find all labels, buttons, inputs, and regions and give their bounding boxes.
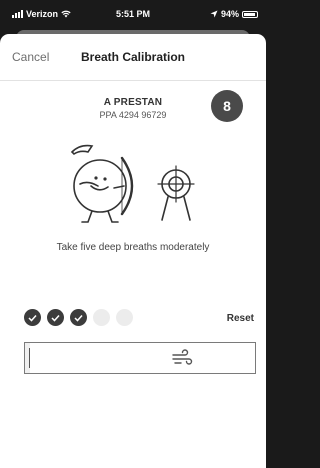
checkmark-icon [28,314,37,322]
cartoon-archer-with-target-illustration [70,144,195,223]
breath-meter-cursor [29,348,30,368]
battery-icon [242,10,258,18]
breath-count-badge: 8 [211,90,243,122]
progress-dot-2 [47,309,64,326]
progress-dot-3 [70,309,87,326]
breath-meter [24,342,256,374]
progress-dot-5 [116,309,133,326]
progress-dot-4 [93,309,110,326]
page-title: Breath Calibration [80,50,185,64]
nav-bar: Cancel Breath Calibration [0,34,266,81]
progress-dot-1 [24,309,41,326]
wind-icon [172,349,193,365]
status-bar: Verizon 5:51 PM 94% [0,0,266,30]
location-arrow-icon [210,10,218,18]
reset-button[interactable]: Reset [227,313,254,324]
status-right: 94% [210,9,258,19]
battery-percent: 94% [220,9,239,19]
checkmark-icon [74,314,83,322]
breath-progress-dots [24,309,133,326]
instruction-text: Take five deep breaths moderately [56,242,210,253]
checkmark-icon [51,314,60,322]
breath-calibration-sheet: Cancel Breath Calibration A PRESTAN PPA … [0,34,266,468]
